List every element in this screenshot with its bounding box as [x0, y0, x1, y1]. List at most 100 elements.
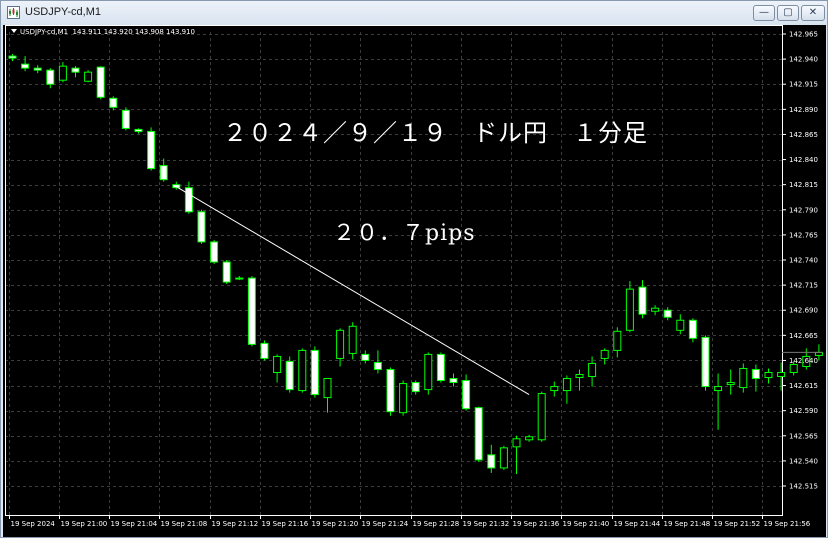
y-tick-label: 142.940 — [789, 56, 818, 64]
candle-body-bull — [58, 65, 67, 81]
header-ohlc: 143.911 143.920 143.908 143.910 — [72, 28, 195, 36]
candle-body-bull — [562, 378, 571, 392]
candle-body-bull — [399, 383, 408, 414]
candle-body-bear — [33, 67, 42, 71]
candle-body-bull — [575, 374, 584, 379]
annotation-title: ２０２４／９／１９ ドル円 １分足 — [223, 119, 648, 147]
candle-body-bear — [487, 454, 496, 469]
candle-body-bear — [436, 353, 445, 382]
y-tick-label: 142.815 — [789, 181, 818, 189]
candle-body-bear — [285, 360, 294, 391]
y-tick-label: 142.615 — [789, 382, 818, 390]
candle-body-bear — [310, 349, 319, 396]
y-tick-label: 142.765 — [789, 231, 818, 239]
x-tick-label: 19 Sep 21:16 — [262, 520, 309, 528]
candle-body-bull — [84, 71, 93, 82]
chart-window: USDJPY-cd,M1 — ▢ ✕ 142.965 142.940 142.915… — [0, 0, 828, 538]
candle-body-bear — [96, 66, 105, 98]
x-tick-label: 19 Sep 21:44 — [614, 520, 661, 528]
y-tick-label: 142.540 — [789, 457, 818, 465]
candle-body-bull — [764, 371, 773, 379]
candle-body-bear — [688, 319, 697, 339]
x-tick-label: 19 Sep 2024 — [11, 520, 56, 528]
candle-body-bull — [348, 325, 357, 354]
x-tick-label: 19 Sep 21:32 — [463, 520, 510, 528]
y-tick-label: 142.965 — [789, 31, 818, 39]
candle-body-bull — [588, 362, 597, 378]
y-tick-label: 142.715 — [789, 282, 818, 290]
chart-background — [3, 25, 826, 537]
candle-body-bear — [109, 97, 118, 108]
annotation-pips: ２０．７pips — [333, 221, 476, 246]
x-tick-label: 19 Sep 21:08 — [161, 520, 208, 528]
candle-body-bear — [386, 368, 395, 413]
candle-body-bear — [260, 342, 269, 359]
candle-body-bear — [8, 55, 17, 59]
x-tick-label: 19 Sep 21:28 — [413, 520, 460, 528]
candle-body-bull — [424, 353, 433, 391]
candle-body-bull — [336, 329, 345, 359]
y-tick-label: 142.565 — [789, 432, 818, 440]
candle-body-bear — [411, 382, 420, 393]
candle-body-bear — [663, 309, 672, 318]
candle-body-bull — [512, 438, 521, 448]
y-tick-label: 142.690 — [789, 307, 818, 315]
maximize-button[interactable]: ▢ — [777, 5, 799, 21]
y-tick-label: 142.890 — [789, 106, 818, 114]
candle-body-bear — [474, 407, 483, 461]
candle-body-bear — [449, 378, 458, 384]
candle-body-bull — [323, 378, 332, 399]
dropdown-triangle-icon[interactable] — [11, 29, 17, 33]
chart-area[interactable]: 142.965 142.940 142.915 142.890 142.865 142.8… — [3, 25, 826, 537]
candle-body-bear — [134, 128, 143, 132]
candle-body-bear — [21, 63, 30, 69]
y-tick-label: 142.640 — [789, 357, 818, 365]
candle-body-bull — [235, 277, 244, 280]
candle-body-bull — [298, 349, 307, 392]
x-tick-label: 19 Sep 21:52 — [714, 520, 761, 528]
candle-body-bull — [550, 386, 559, 392]
candle-body-bull — [525, 436, 534, 441]
x-tick-label: 19 Sep 21:48 — [664, 520, 711, 528]
candle-body-bull — [777, 371, 786, 378]
y-tick-label: 142.740 — [789, 257, 818, 265]
chart-app-icon — [7, 6, 20, 19]
candle-body-bear — [222, 261, 231, 283]
candle-body-bull — [676, 319, 685, 331]
candle-body-bear — [638, 286, 647, 315]
candle-body-bear — [46, 69, 55, 85]
candle-body-bull — [499, 447, 508, 469]
y-tick-label: 142.515 — [789, 483, 818, 491]
header-symbol: USDJPY-cd,M1 — [20, 28, 69, 36]
candle-body-bull — [726, 382, 735, 386]
close-button[interactable]: ✕ — [801, 5, 825, 21]
title-bar[interactable]: USDJPY-cd,M1 — ▢ ✕ — [1, 1, 827, 25]
candle-body-bear — [184, 187, 193, 213]
candle-body-bull — [651, 307, 660, 312]
candle-body-bear — [71, 67, 80, 73]
y-tick-label: 142.865 — [789, 131, 818, 139]
candle-body-bull — [789, 363, 798, 373]
y-tick-label: 142.915 — [789, 81, 818, 89]
x-tick-label: 19 Sep 21:24 — [362, 520, 409, 528]
minimize-button[interactable]: — — [753, 5, 775, 21]
y-tick-label: 142.665 — [789, 332, 818, 340]
candle-body-bull — [613, 330, 622, 351]
x-tick-label: 19 Sep 21:00 — [61, 520, 108, 528]
candle-body-bear — [373, 361, 382, 370]
candle-body-bull — [537, 393, 546, 441]
candle-body-bear — [247, 277, 256, 345]
candlestick-chart: 142.965 142.940 142.915 142.890 142.865 142.8… — [3, 25, 826, 537]
x-tick-label: 19 Sep 21:20 — [312, 520, 359, 528]
candle-body-bull — [625, 288, 634, 331]
chart-header: USDJPY-cd,M1 143.911 143.920 143.908 143… — [11, 28, 195, 36]
candle-body-bear — [147, 130, 156, 170]
candle-body-bear — [121, 109, 130, 129]
y-tick-label: 142.840 — [789, 156, 818, 164]
candle-body-bear — [159, 165, 168, 181]
x-tick-label: 19 Sep 21:04 — [111, 520, 158, 528]
candle-body-bear — [701, 336, 710, 388]
x-tick-label: 19 Sep 21:40 — [563, 520, 610, 528]
candle-body-bear — [197, 211, 206, 243]
candle-body-bull — [739, 367, 748, 389]
